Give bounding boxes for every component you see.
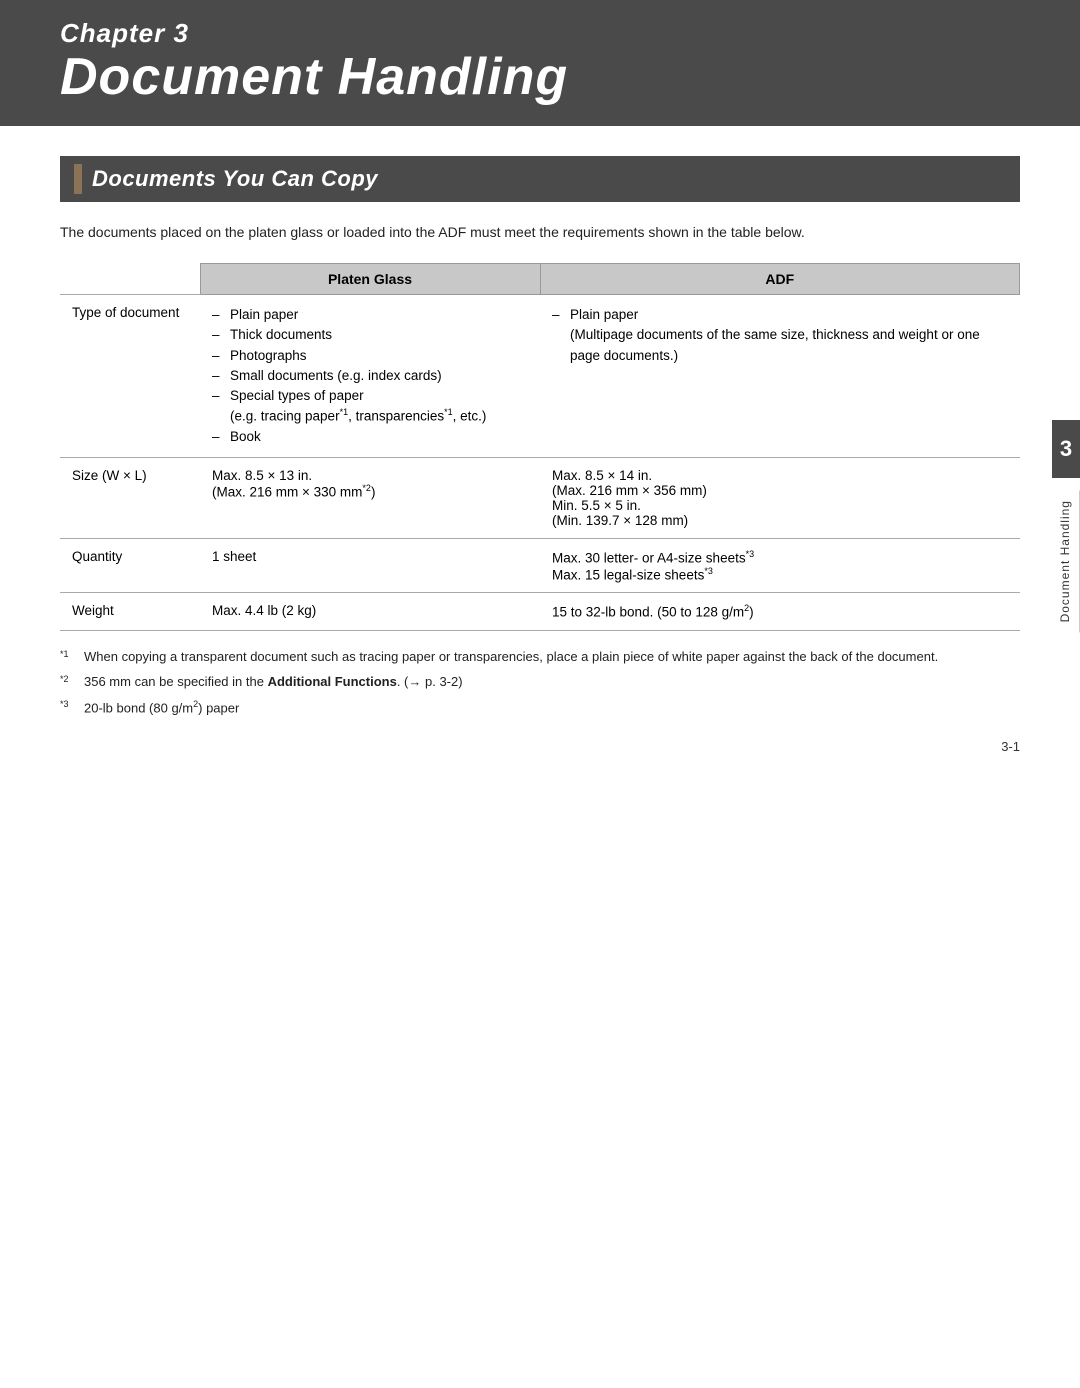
platen-size: Max. 8.5 × 13 in. (Max. 216 mm × 330 mm*… xyxy=(200,458,540,539)
footnotes-section: *1 When copying a transparent document s… xyxy=(60,647,1020,720)
chapter-header: Chapter 3 Document Handling xyxy=(0,0,1080,126)
documents-table: Platen Glass ADF Type of document –Plain… xyxy=(60,263,1020,631)
intro-text: The documents placed on the platen glass… xyxy=(60,222,1020,243)
row-label-quantity: Quantity xyxy=(60,539,200,593)
table-row: Quantity 1 sheet Max. 30 letter- or A4-s… xyxy=(60,539,1020,593)
platen-weight: Max. 4.4 lb (2 kg) xyxy=(200,593,540,631)
section-title: Documents You Can Copy xyxy=(92,166,378,192)
footnote-marker-3: *3 xyxy=(60,697,84,718)
footnote-3: *3 20-lb bond (80 g/m2) paper xyxy=(60,697,1020,719)
footnote-marker-2: *2 xyxy=(60,672,84,693)
row-label-type: Type of document xyxy=(60,295,200,458)
chapter-label: Chapter 3 xyxy=(60,18,1020,49)
adf-quantity: Max. 30 letter- or A4-size sheets*3 Max.… xyxy=(540,539,1020,593)
adf-type: –Plain paper (Multipage documents of the… xyxy=(540,295,1020,458)
row-label-size: Size (W × L) xyxy=(60,458,200,539)
chapter-title: Document Handling xyxy=(60,49,1020,116)
tab-number: 3 xyxy=(1060,436,1072,462)
row-label-weight: Weight xyxy=(60,593,200,631)
footnote-text-2: 356 mm can be specified in the Additiona… xyxy=(84,672,463,693)
section-bar xyxy=(74,164,82,194)
page-number: 3-1 xyxy=(1001,739,1020,754)
col-adf-header: ADF xyxy=(540,264,1020,295)
adf-size: Max. 8.5 × 14 in. (Max. 216 mm × 356 mm)… xyxy=(540,458,1020,539)
footnote-2: *2 356 mm can be specified in the Additi… xyxy=(60,672,1020,693)
table-row: Size (W × L) Max. 8.5 × 13 in. (Max. 216… xyxy=(60,458,1020,539)
table-row: Type of document –Plain paper –Thick doc… xyxy=(60,295,1020,458)
platen-type: –Plain paper –Thick documents –Photograp… xyxy=(200,295,540,458)
footnote-text-3: 20-lb bond (80 g/m2) paper xyxy=(84,697,239,719)
chapter-tab-text: Document Handling xyxy=(1052,490,1080,632)
footnote-marker-1: *1 xyxy=(60,647,84,668)
chapter-tab-number: 3 xyxy=(1052,420,1080,478)
platen-quantity: 1 sheet xyxy=(200,539,540,593)
footnote-1: *1 When copying a transparent document s… xyxy=(60,647,1020,668)
adf-weight: 15 to 32-lb bond. (50 to 128 g/m2) xyxy=(540,593,1020,631)
section-header: Documents You Can Copy xyxy=(60,156,1020,202)
table-row: Weight Max. 4.4 lb (2 kg) 15 to 32-lb bo… xyxy=(60,593,1020,631)
col-platen-header: Platen Glass xyxy=(200,264,540,295)
footnote-text-1: When copying a transparent document such… xyxy=(84,647,938,668)
